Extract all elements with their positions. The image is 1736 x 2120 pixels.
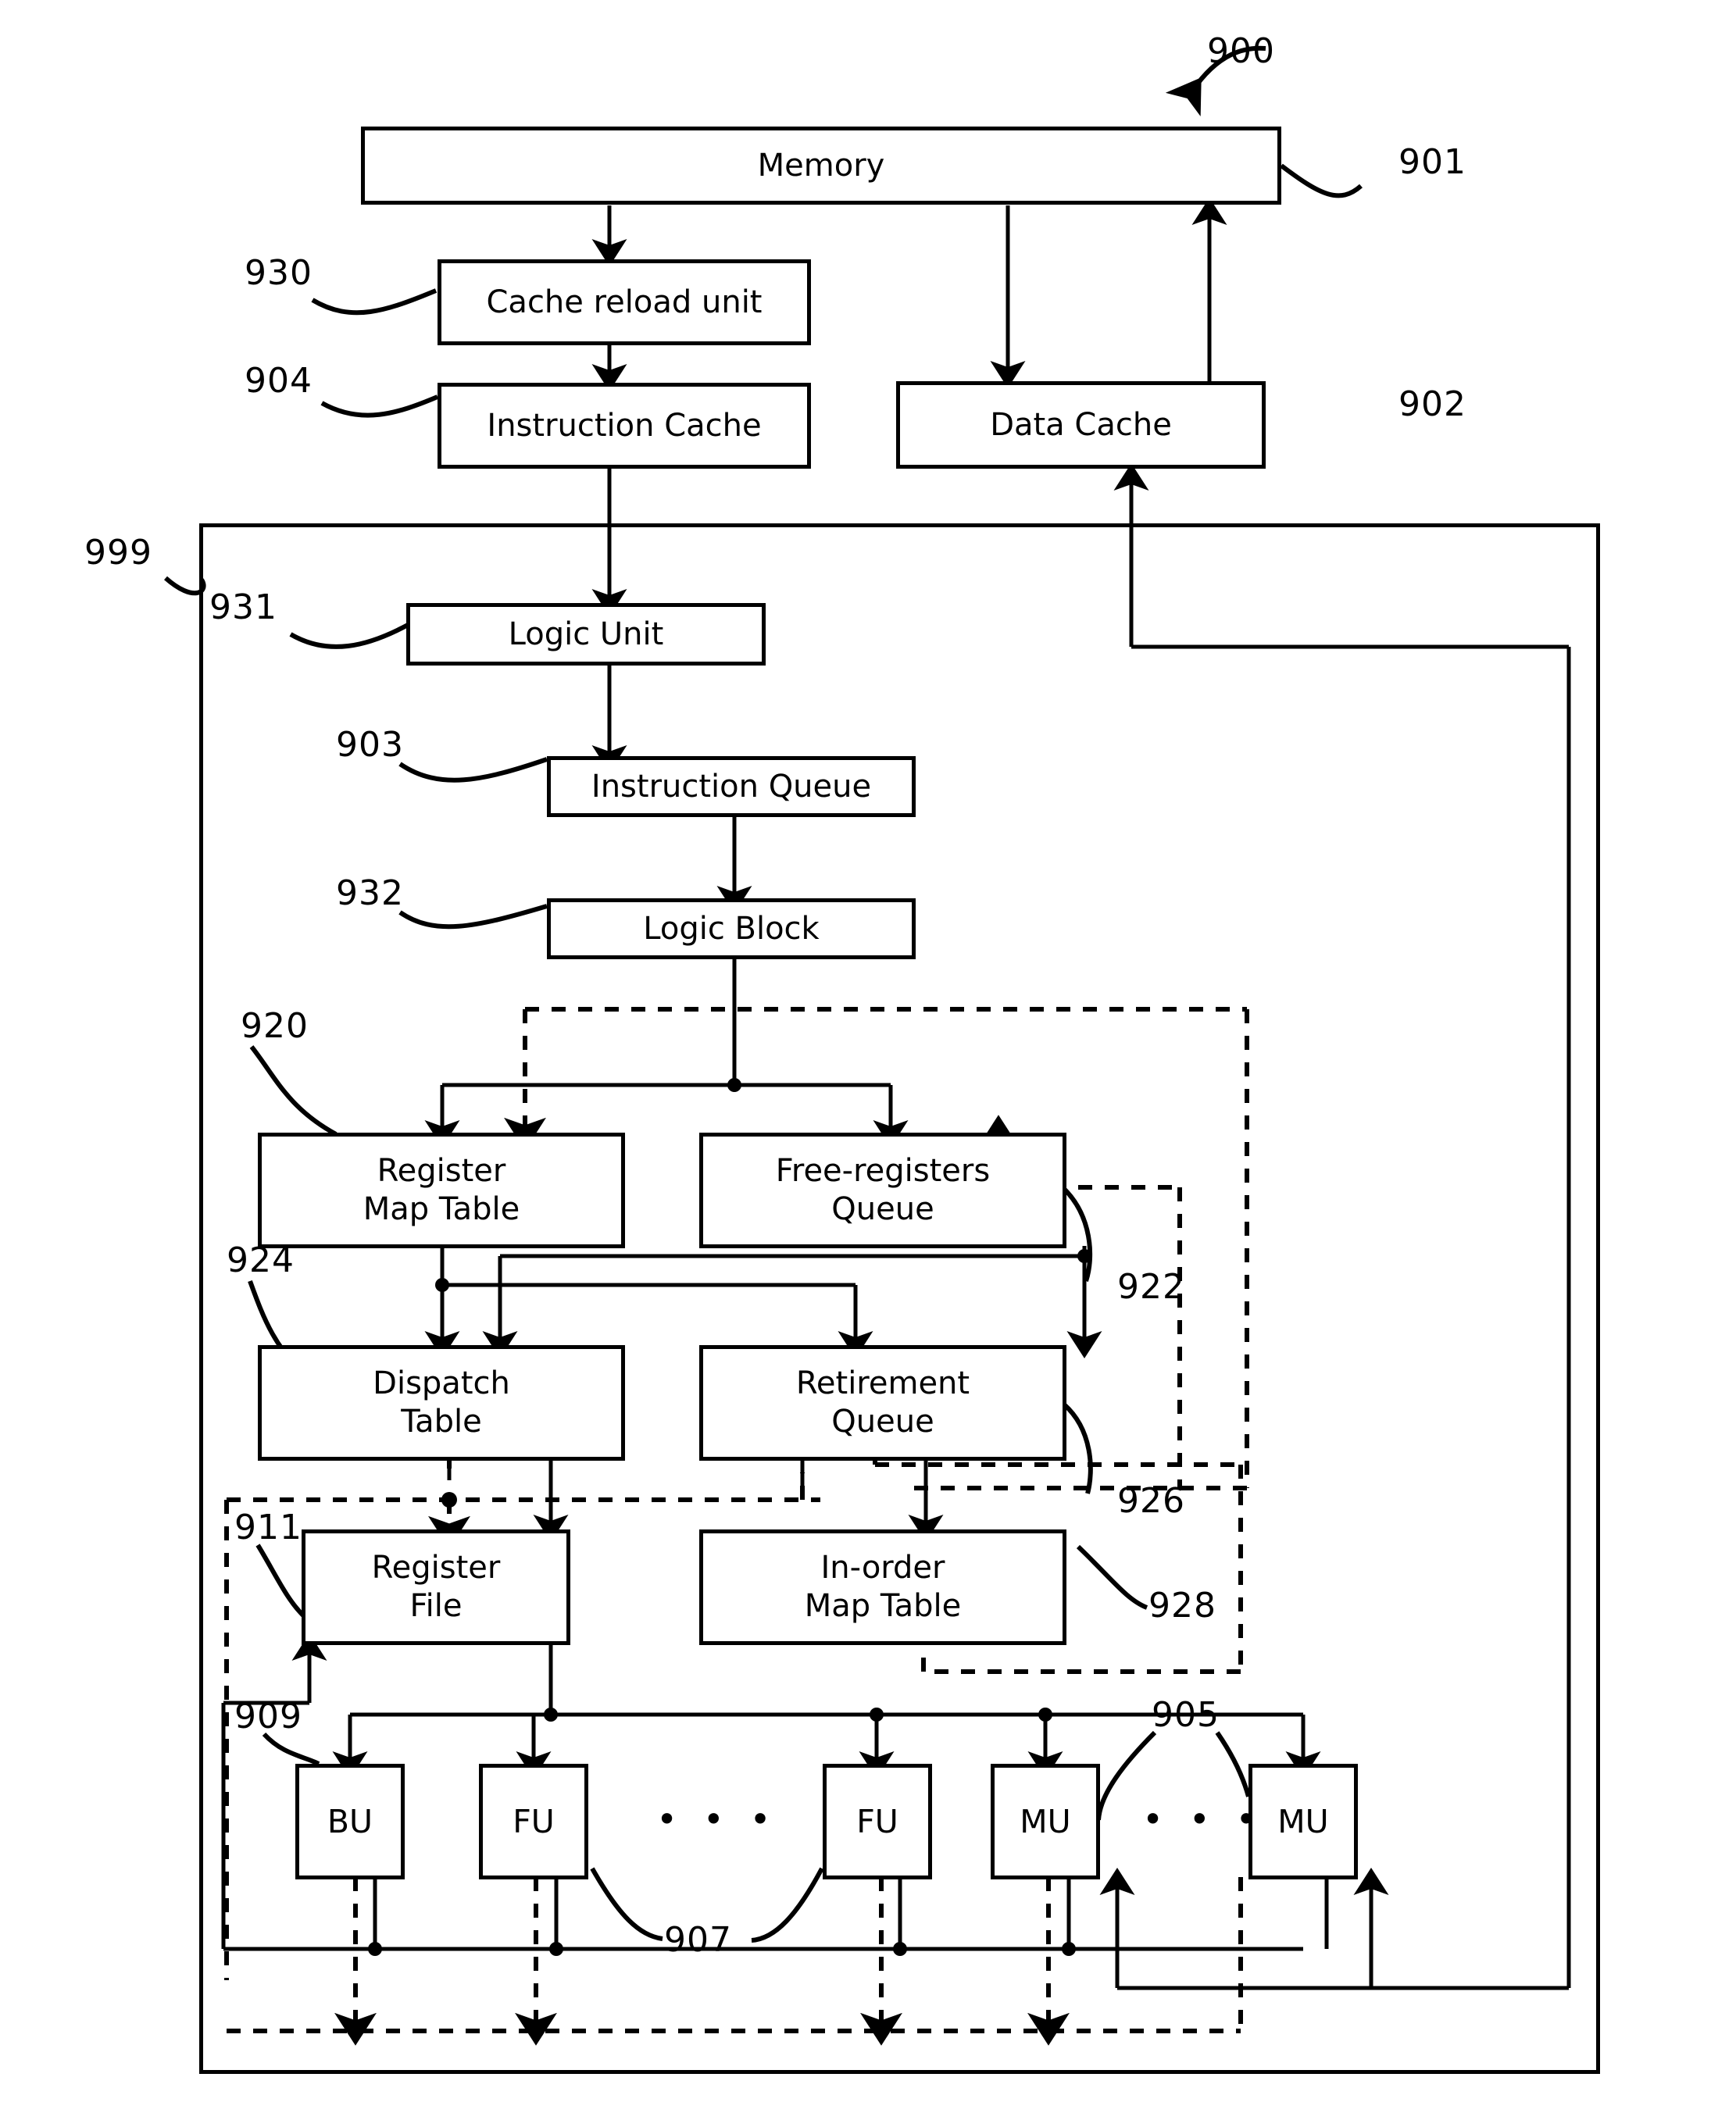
ref-numeral-902: 902 xyxy=(1398,384,1466,424)
block-free-registers-queue-line1: Free-registers xyxy=(775,1153,991,1190)
unit-fu-first[interactable]: FU xyxy=(479,1764,588,1879)
block-cache-reload-unit[interactable]: Cache reload unit xyxy=(438,259,811,345)
block-register-map-table-line1: Register xyxy=(377,1153,506,1190)
ref-numeral-999: 999 xyxy=(84,533,152,573)
block-register-map-table[interactable]: Register Map Table xyxy=(258,1133,625,1248)
unit-mu-last[interactable]: MU xyxy=(1248,1764,1358,1879)
ref-numeral-922: 922 xyxy=(1117,1267,1185,1307)
leader-930 xyxy=(311,288,438,316)
ref-numeral-930: 930 xyxy=(245,253,313,293)
mu-ellipsis-icon: • • • xyxy=(1142,1798,1264,1840)
block-memory[interactable]: Memory xyxy=(361,127,1281,205)
block-instruction-queue[interactable]: Instruction Queue xyxy=(547,756,916,817)
leader-999 xyxy=(164,576,206,596)
block-register-file[interactable]: Register File xyxy=(302,1529,570,1645)
block-data-cache-label: Data Cache xyxy=(990,406,1172,443)
ref-numeral-900: 900 xyxy=(1207,31,1275,71)
block-instruction-cache-label: Instruction Cache xyxy=(487,407,762,444)
ref-numeral-926: 926 xyxy=(1117,1481,1185,1521)
block-retirement-queue-line2: Queue xyxy=(831,1404,934,1440)
block-logic-block[interactable]: Logic Block xyxy=(547,898,916,959)
block-retirement-queue-line1: Retirement xyxy=(795,1365,970,1402)
block-memory-label: Memory xyxy=(757,147,885,184)
ref-numeral-909: 909 xyxy=(234,1697,302,1736)
unit-mu-first[interactable]: MU xyxy=(991,1764,1100,1879)
block-logic-unit-label: Logic Unit xyxy=(508,616,664,652)
block-instruction-queue-label: Instruction Queue xyxy=(591,768,872,805)
leader-904 xyxy=(320,394,439,418)
block-data-cache[interactable]: Data Cache xyxy=(896,381,1266,469)
unit-bu-label: BU xyxy=(327,1802,373,1840)
block-logic-unit[interactable]: Logic Unit xyxy=(406,603,766,666)
ref-numeral-907: 907 xyxy=(664,1920,732,1960)
unit-fu-first-label: FU xyxy=(513,1802,555,1840)
ref-numeral-904: 904 xyxy=(245,361,313,401)
block-free-registers-queue[interactable]: Free-registers Queue xyxy=(699,1133,1066,1248)
block-in-order-map-table-line1: In-order xyxy=(820,1550,945,1586)
ref-numeral-928: 928 xyxy=(1148,1586,1216,1626)
ref-numeral-931: 931 xyxy=(209,587,277,627)
block-instruction-cache[interactable]: Instruction Cache xyxy=(438,383,811,469)
ref-numeral-903: 903 xyxy=(336,725,404,765)
fu-ellipsis-icon: • • • xyxy=(656,1798,778,1840)
ref-numeral-911: 911 xyxy=(234,1508,302,1547)
unit-mu-last-label: MU xyxy=(1277,1802,1329,1840)
block-in-order-map-table[interactable]: In-order Map Table xyxy=(699,1529,1066,1645)
block-register-map-table-line2: Map Table xyxy=(363,1191,520,1227)
block-logic-block-label: Logic Block xyxy=(643,910,820,947)
ref-numeral-905: 905 xyxy=(1152,1695,1220,1735)
leader-901 xyxy=(1280,163,1363,198)
block-dispatch-table-line1: Dispatch xyxy=(373,1365,510,1402)
unit-fu-last[interactable]: FU xyxy=(823,1764,932,1879)
ref-numeral-932: 932 xyxy=(336,873,404,913)
block-free-registers-queue-line2: Queue xyxy=(831,1191,934,1227)
ref-numeral-901: 901 xyxy=(1398,142,1466,182)
unit-bu[interactable]: BU xyxy=(295,1764,405,1879)
block-register-file-line2: File xyxy=(409,1588,463,1624)
ref-numeral-920: 920 xyxy=(241,1006,309,1046)
block-cache-reload-unit-label: Cache reload unit xyxy=(486,284,763,320)
block-in-order-map-table-line2: Map Table xyxy=(804,1588,962,1624)
ref-numeral-924: 924 xyxy=(227,1240,295,1280)
figure-canvas: Memory Cache reload unit Instruction Cac… xyxy=(0,0,1736,2120)
block-register-file-line1: Register xyxy=(371,1550,501,1586)
block-dispatch-table[interactable]: Dispatch Table xyxy=(258,1345,625,1461)
block-retirement-queue[interactable]: Retirement Queue xyxy=(699,1345,1066,1461)
unit-mu-first-label: MU xyxy=(1020,1802,1071,1840)
block-dispatch-table-line2: Table xyxy=(401,1404,482,1440)
unit-fu-last-label: FU xyxy=(856,1802,898,1840)
